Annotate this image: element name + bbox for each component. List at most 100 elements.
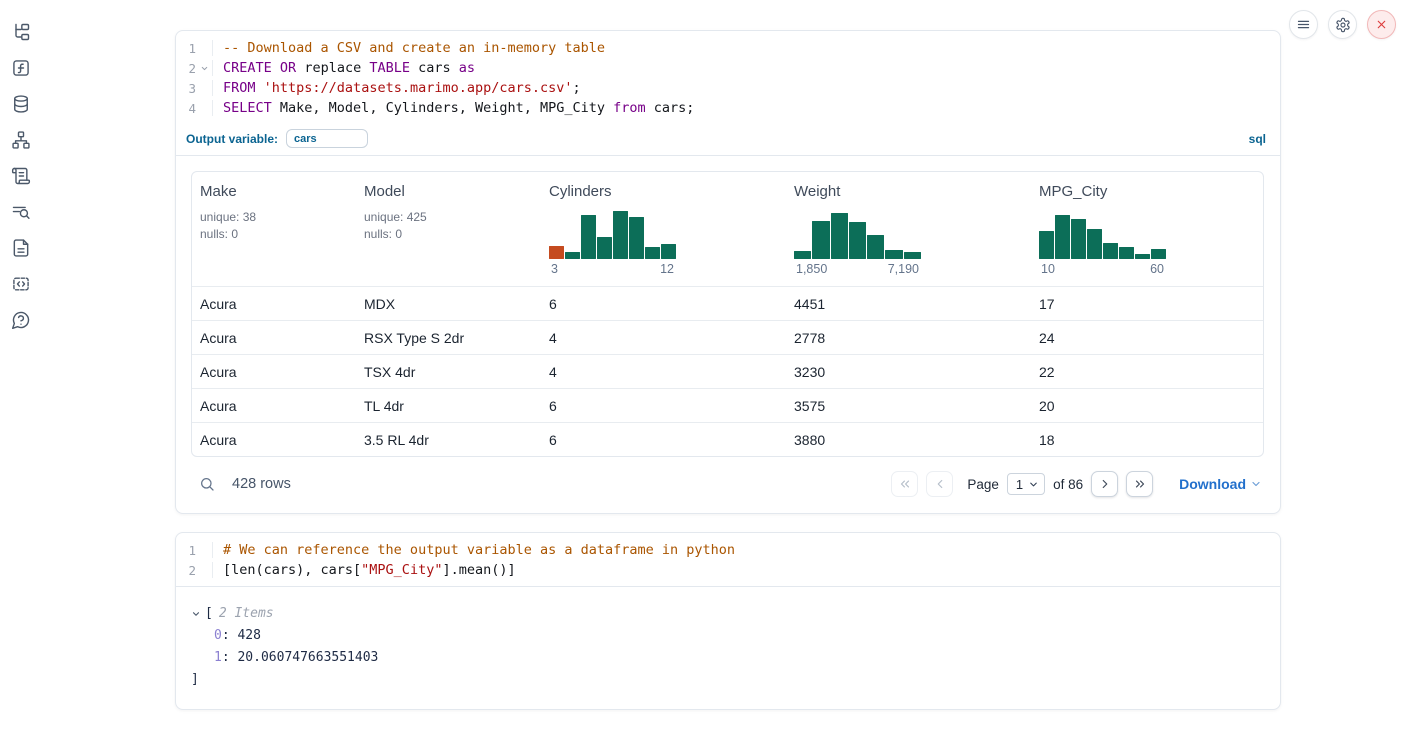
code-text[interactable]: # We can reference the output variable a…: [212, 542, 1280, 558]
next-page-button[interactable]: [1091, 471, 1118, 497]
tree-open-bracket: [: [205, 603, 213, 625]
table-cell: 6: [541, 389, 786, 422]
tree-close-line: ]: [191, 669, 1264, 691]
output-variable-row: Output variable: sql: [176, 124, 1280, 155]
column-name: Cylinders: [549, 183, 778, 200]
table-cell: 4: [541, 321, 786, 354]
prev-page-button[interactable]: [926, 471, 953, 497]
table-cell: 17: [1031, 287, 1263, 320]
chevrons-right-icon: [1133, 477, 1147, 491]
tree-entry: 1: 20.060747663551403: [191, 647, 1264, 669]
collapse-chevron-icon[interactable]: [191, 609, 202, 619]
code-line[interactable]: 3FROM 'https://datasets.marimo.app/cars.…: [176, 78, 1280, 98]
code-text[interactable]: [len(cars), cars["MPG_City"].mean()]: [212, 562, 1280, 578]
code-line[interactable]: 2 [len(cars), cars["MPG_City"].mean()]: [176, 560, 1280, 580]
file-tree-icon[interactable]: [10, 20, 33, 43]
table-cell: 6: [541, 287, 786, 320]
python-cell: 1# We can reference the output variable …: [175, 532, 1281, 710]
table-row[interactable]: AcuraTSX 4dr4323022: [192, 354, 1263, 388]
table-cell: Acura: [192, 321, 356, 354]
table-row[interactable]: Acura3.5 RL 4dr6388018: [192, 422, 1263, 456]
table-cell: Acura: [192, 423, 356, 456]
table-cell: 6: [541, 423, 786, 456]
settings-button[interactable]: [1328, 10, 1357, 39]
axis-max-label: 12: [660, 262, 674, 276]
code-text[interactable]: FROM 'https://datasets.marimo.app/cars.c…: [212, 80, 1280, 96]
line-number: 4: [176, 101, 196, 116]
code-line[interactable]: 1 -- Download a CSV and create an in-memo…: [176, 38, 1280, 58]
table-cell: 22: [1031, 355, 1263, 388]
line-number: 1: [176, 41, 196, 56]
histogram-bar: [1135, 254, 1150, 259]
column-header-make[interactable]: Makeunique: 38nulls: 0: [192, 172, 356, 286]
histogram-bar: [581, 215, 596, 259]
code-line[interactable]: 4 SELECT Make, Model, Cylinders, Weight, …: [176, 98, 1280, 118]
scratchpad-icon[interactable]: [10, 164, 33, 187]
code-text[interactable]: CREATE OR replace TABLE cars as: [212, 60, 1280, 76]
table-body: AcuraMDX6445117AcuraRSX Type S 2dr427782…: [192, 286, 1263, 456]
fold-chevron-icon[interactable]: [196, 64, 212, 73]
tree-entry-value: 20.060747663551403: [237, 650, 378, 665]
page-select[interactable]: 1: [1007, 473, 1045, 495]
histogram-bar: [831, 213, 848, 259]
documentation-icon[interactable]: [10, 236, 33, 259]
tree-entry: 0: 428: [191, 625, 1264, 647]
hamburger-icon: [1296, 17, 1311, 32]
histogram-bar: [794, 251, 811, 259]
notebook-menu-button[interactable]: [1289, 10, 1318, 39]
tree-entry-value: 428: [237, 628, 260, 643]
code-text[interactable]: -- Download a CSV and create an in-memor…: [212, 40, 1280, 56]
search-icon[interactable]: [199, 476, 215, 492]
chevrons-left-icon: [898, 477, 912, 491]
table-cell: 3.5 RL 4dr: [356, 423, 541, 456]
dependency-graph-icon[interactable]: [10, 128, 33, 151]
histogram-bar: [885, 250, 902, 259]
code-line[interactable]: 2 CREATE OR replace TABLE cars as: [176, 58, 1280, 78]
line-number: 2: [176, 563, 196, 578]
sql-output-area: Makeunique: 38nulls: 0Modelunique: 425nu…: [176, 156, 1280, 513]
database-icon[interactable]: [10, 92, 33, 115]
python-editor[interactable]: 1# We can reference the output variable …: [176, 533, 1280, 586]
shutdown-button[interactable]: [1367, 10, 1396, 39]
logs-search-icon[interactable]: [10, 200, 33, 223]
column-header-cylinders[interactable]: Cylinders 312: [541, 172, 786, 286]
table-cell: Acura: [192, 389, 356, 422]
sql-cell: 1 -- Download a CSV and create an in-memo…: [175, 30, 1281, 514]
snippets-icon[interactable]: [10, 272, 33, 295]
output-variable-input[interactable]: [286, 129, 368, 148]
table-cell: TSX 4dr: [356, 355, 541, 388]
table-row[interactable]: AcuraMDX6445117: [192, 286, 1263, 320]
download-button[interactable]: Download: [1179, 476, 1262, 492]
histogram-bar: [1119, 247, 1134, 259]
table-row[interactable]: AcuraRSX Type S 2dr4277824: [192, 320, 1263, 354]
page-select-value: 1: [1016, 477, 1023, 492]
help-icon[interactable]: [10, 308, 33, 331]
histogram-mpg_city: 1060: [1039, 209, 1166, 276]
column-name: Model: [364, 183, 533, 200]
code-text[interactable]: SELECT Make, Model, Cylinders, Weight, M…: [212, 100, 1280, 116]
line-number: 2: [176, 61, 196, 76]
axis-max-label: 7,190: [888, 262, 919, 276]
axis-max-label: 60: [1150, 262, 1164, 276]
histogram-cylinders: 312: [549, 209, 676, 276]
last-page-button[interactable]: [1126, 471, 1153, 497]
column-header-mpg_city[interactable]: MPG_City1060: [1031, 172, 1263, 286]
python-output-tree: [2 Items0: 4281: 20.060747663551403]: [176, 587, 1280, 709]
chevron-down-icon: [1250, 478, 1262, 490]
histogram-bar: [645, 247, 660, 259]
column-header-model[interactable]: Modelunique: 425nulls: 0: [356, 172, 541, 286]
sql-editor[interactable]: 1 -- Download a CSV and create an in-memo…: [176, 31, 1280, 124]
column-header-weight[interactable]: Weight1,8507,190: [786, 172, 1031, 286]
table-row[interactable]: AcuraTL 4dr6357520: [192, 388, 1263, 422]
histogram-bar: [629, 217, 644, 259]
first-page-button[interactable]: [891, 471, 918, 497]
histogram-bar: [661, 244, 676, 259]
table-cell: 24: [1031, 321, 1263, 354]
tree-root-line: [2 Items: [191, 603, 1264, 625]
row-count: 428 rows: [232, 476, 291, 492]
code-line[interactable]: 1# We can reference the output variable …: [176, 540, 1280, 560]
function-square-icon[interactable]: [10, 56, 33, 79]
table-cell: 18: [1031, 423, 1263, 456]
column-stat: nulls: 0: [200, 226, 348, 243]
table-header: Makeunique: 38nulls: 0Modelunique: 425nu…: [192, 172, 1263, 286]
